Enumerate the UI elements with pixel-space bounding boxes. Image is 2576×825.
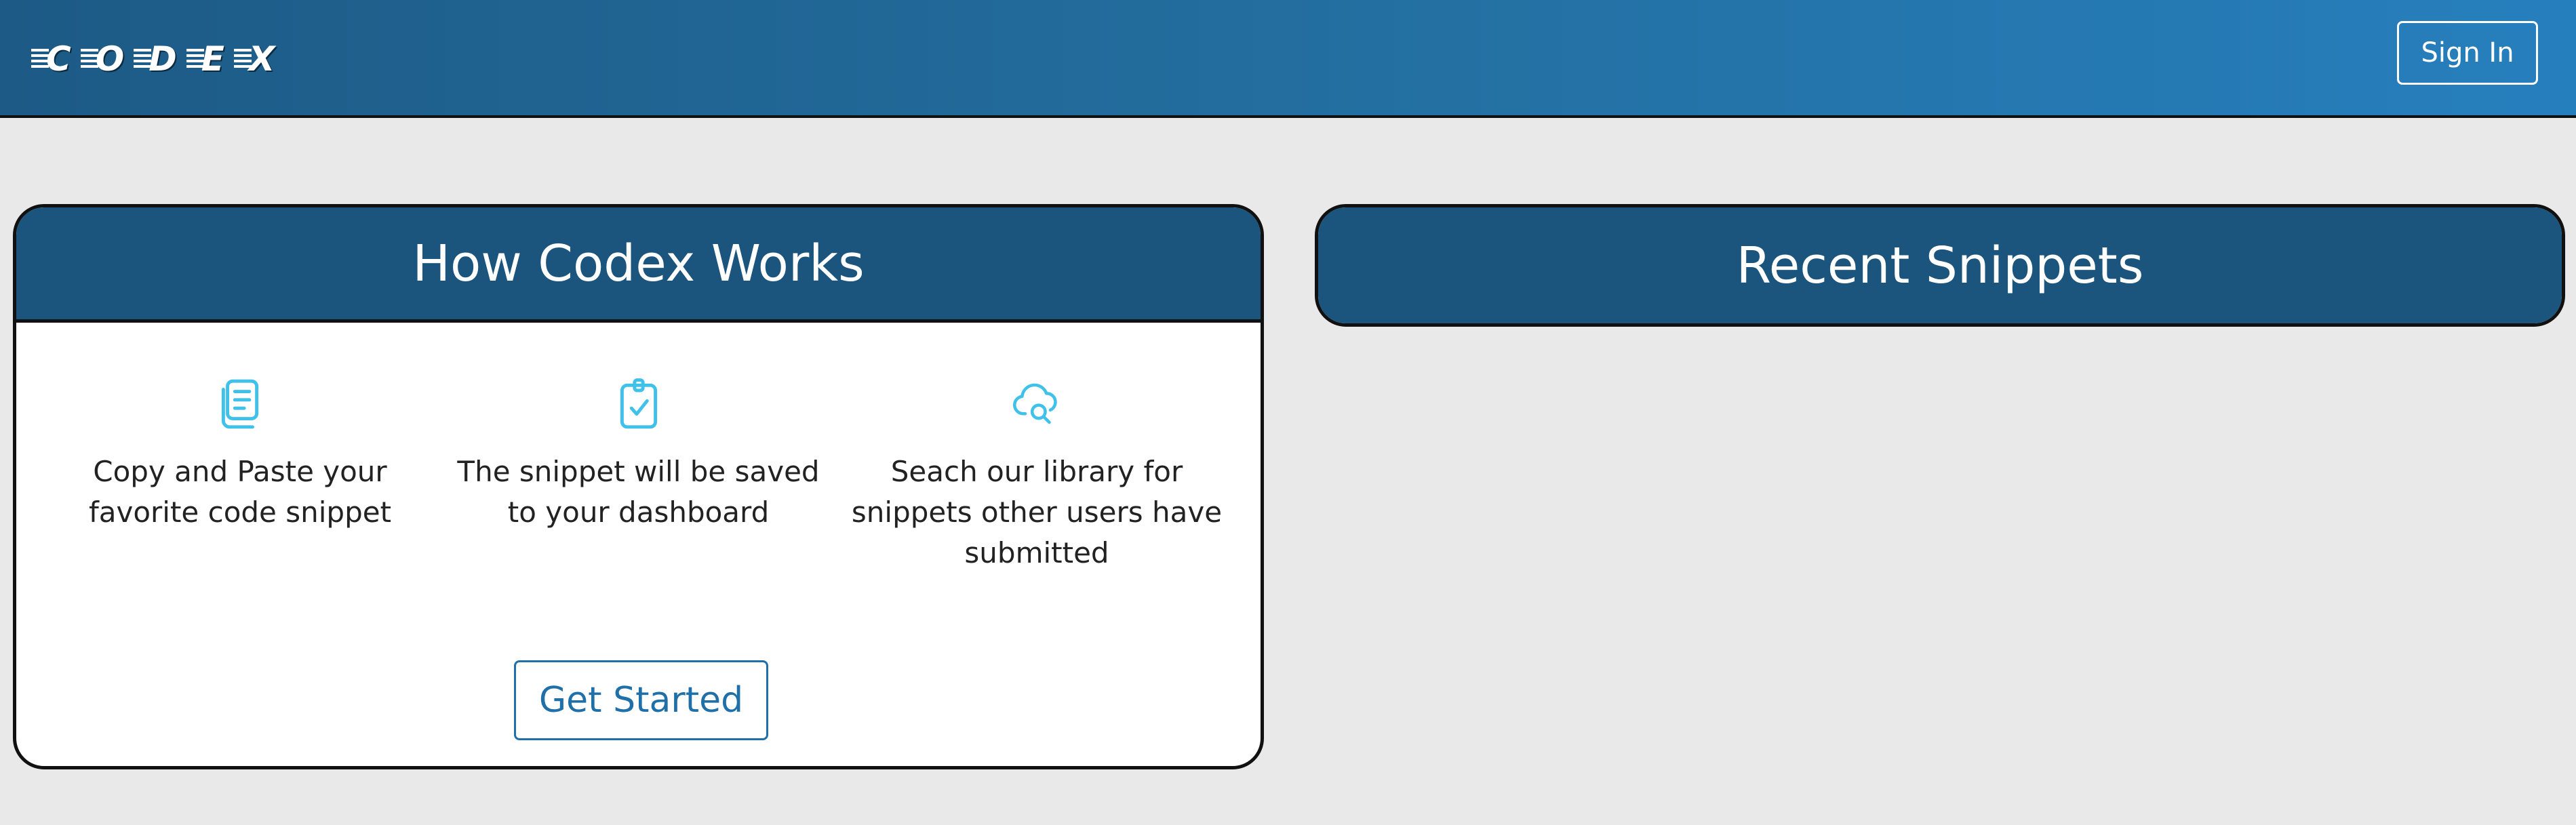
copy-document-icon [221, 379, 259, 429]
how-codex-works-card: How Codex Works Copy and Paste your favo… [13, 204, 1264, 769]
codex-logo[interactable]: C O D E X [31, 35, 275, 83]
sign-in-button[interactable]: Sign In [2397, 21, 2538, 85]
how-codex-works-title: How Codex Works [16, 207, 1261, 323]
steps-list: Copy and Paste your favorite code snippe… [16, 377, 1261, 574]
step-item: The snippet will be saved to your dashbo… [449, 377, 829, 574]
clipboard-check-icon [620, 378, 657, 429]
logo-letter: C [31, 42, 71, 76]
cloud-search-icon [1013, 383, 1057, 424]
top-navbar: C O D E X Sign In [0, 0, 2576, 118]
get-started-button[interactable]: Get Started [514, 660, 768, 740]
step-item: Seach our library for snippets other use… [847, 377, 1227, 574]
recent-snippets-card: Recent Snippets [1315, 204, 2565, 327]
step-text: The snippet will be saved to your dashbo… [457, 455, 820, 529]
logo-letter: D [134, 42, 177, 76]
logo-letter: E [186, 42, 224, 76]
recent-snippets-title: Recent Snippets [1318, 207, 2562, 323]
step-text: Seach our library for snippets other use… [851, 455, 1223, 569]
logo-letter: X [233, 42, 275, 76]
logo-letter: O [80, 42, 124, 76]
step-text: Copy and Paste your favorite code snippe… [88, 455, 392, 529]
step-item: Copy and Paste your favorite code snippe… [50, 377, 430, 574]
